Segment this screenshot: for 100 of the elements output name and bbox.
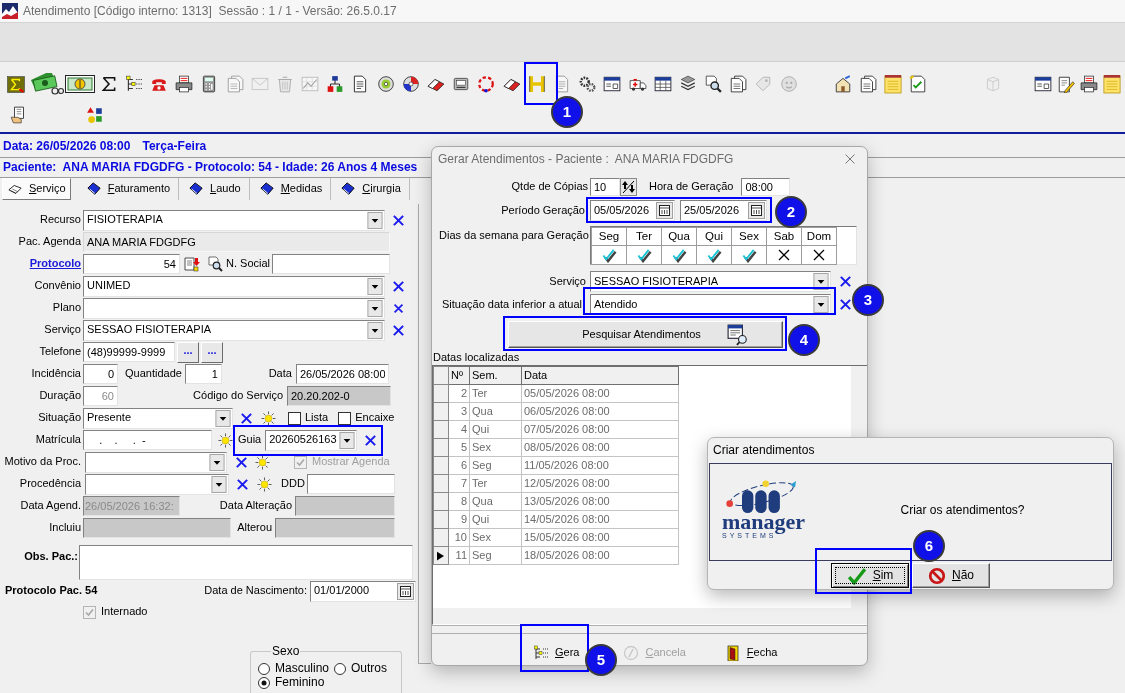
- time-field[interactable]: 08:00: [741, 178, 791, 196]
- notepad-icon[interactable]: [1102, 74, 1121, 94]
- tab[interactable]: Laudo: [179, 178, 250, 200]
- disc-icon[interactable]: [401, 75, 420, 93]
- house-icon[interactable]: [833, 75, 852, 93]
- caret-icon[interactable]: [367, 211, 383, 229]
- insurance-dropdown[interactable]: UNIMED: [83, 275, 385, 297]
- tab[interactable]: Cirurgia: [331, 178, 410, 200]
- cross-icon[interactable]: [778, 249, 790, 261]
- window-icon[interactable]: [603, 75, 622, 93]
- table-icon[interactable]: [653, 75, 672, 93]
- clear-icon[interactable]: [236, 477, 249, 491]
- birth-date-field[interactable]: 01/01/2000: [310, 580, 416, 602]
- checkbox[interactable]: [288, 411, 301, 425]
- banknotes-icon[interactable]: [28, 73, 64, 95]
- layers-icon[interactable]: [678, 75, 697, 93]
- clear-icon[interactable]: [392, 279, 405, 293]
- checkbox[interactable]: [338, 411, 352, 425]
- area-code-field[interactable]: [306, 474, 395, 494]
- check-icon[interactable]: [601, 247, 617, 263]
- service-dropdown[interactable]: SESSAO FISIOTERAPIA: [590, 271, 831, 292]
- caret-icon[interactable]: [813, 296, 829, 313]
- caret-icon[interactable]: [339, 431, 356, 449]
- protocol-link[interactable]: Protocolo: [29, 257, 81, 270]
- copies-field[interactable]: 10: [590, 178, 620, 196]
- radio-button[interactable]: [258, 676, 270, 689]
- caret-icon[interactable]: [211, 475, 227, 493]
- clear-icon[interactable]: [235, 455, 248, 469]
- registration-field[interactable]: . . . -: [83, 430, 212, 450]
- caret-icon[interactable]: [367, 321, 383, 339]
- ellipsis-button[interactable]: ...: [177, 341, 199, 363]
- end-date-field[interactable]: 25/05/2026: [680, 200, 767, 221]
- clear-icon[interactable]: [240, 411, 253, 425]
- phone-field[interactable]: (48)99999-9999: [83, 342, 175, 362]
- resource-dropdown[interactable]: FISIOTERAPIA: [83, 209, 385, 231]
- caret-icon[interactable]: [367, 277, 383, 295]
- patient-field[interactable]: ANA MARIA FDGDFG: [83, 232, 390, 252]
- protocol-field[interactable]: 54: [83, 254, 180, 274]
- ellipsis-button[interactable]: ...: [201, 341, 223, 363]
- banknote-icon[interactable]: [65, 75, 95, 93]
- origin-dropdown[interactable]: [85, 473, 229, 495]
- tab[interactable]: Faturamento: [76, 178, 180, 200]
- sun-icon[interactable]: [218, 432, 233, 448]
- clear-icon[interactable]: [364, 433, 378, 447]
- caret-icon[interactable]: [367, 299, 383, 317]
- printer-icon[interactable]: [1079, 75, 1098, 93]
- check-icon[interactable]: [741, 247, 757, 263]
- clear-icon[interactable]: [839, 275, 852, 288]
- service-code-field[interactable]: 20.20.202-0: [287, 386, 391, 406]
- network-icon[interactable]: [326, 75, 345, 93]
- shapes-icon[interactable]: [85, 106, 104, 124]
- quantity-field[interactable]: 1: [184, 364, 222, 384]
- incidence-field[interactable]: 0: [83, 364, 118, 384]
- no-button[interactable]: Não: [912, 563, 990, 588]
- radio-button[interactable]: [334, 662, 347, 675]
- gear-icon[interactable]: [578, 75, 597, 93]
- pages-icon[interactable]: [729, 75, 748, 93]
- h-frame-icon[interactable]: [527, 75, 546, 93]
- plan-dropdown[interactable]: [83, 297, 385, 319]
- caret-icon[interactable]: [215, 409, 231, 427]
- sun-icon[interactable]: [255, 454, 270, 470]
- changed-by-field[interactable]: [275, 518, 395, 538]
- up-down-arrows-icon[interactable]: [620, 178, 637, 196]
- clear-icon[interactable]: [393, 302, 404, 314]
- date-field[interactable]: 26/05/2026 08:00: [295, 364, 389, 384]
- sun-icon[interactable]: [257, 476, 272, 492]
- situation-dropdown[interactable]: Atendido: [590, 294, 831, 315]
- list-icon[interactable]: [124, 75, 143, 93]
- tab[interactable]: Serviço: [2, 178, 71, 200]
- close-button[interactable]: Fecha: [721, 643, 781, 663]
- disc-icon[interactable]: [376, 75, 395, 93]
- generate-button[interactable]: Gera: [530, 643, 583, 663]
- pencil-icon[interactable]: [1056, 75, 1075, 93]
- calendar-icon[interactable]: [656, 202, 673, 219]
- reason-dropdown[interactable]: [85, 451, 227, 473]
- search-appointments-button[interactable]: Pesquisar Atendimentos: [508, 321, 783, 348]
- guide-dropdown[interactable]: 20260526163: [265, 429, 358, 451]
- check-icon[interactable]: [706, 247, 722, 263]
- status-dropdown[interactable]: Presente: [83, 407, 233, 429]
- yes-button[interactable]: Sim: [831, 563, 909, 588]
- printer-icon[interactable]: [175, 75, 194, 93]
- calendar-icon[interactable]: [748, 202, 765, 219]
- window-icon[interactable]: [1033, 75, 1052, 93]
- document-icon[interactable]: [184, 256, 200, 272]
- clear-icon[interactable]: [392, 213, 405, 227]
- pages-icon[interactable]: [859, 75, 878, 93]
- check-icon[interactable]: [636, 247, 652, 263]
- service-dropdown[interactable]: SESSAO FISIOTERAPIA: [83, 319, 385, 341]
- clear-icon[interactable]: [392, 323, 405, 337]
- start-date-field[interactable]: 05/05/2026: [590, 200, 675, 221]
- magnifier-icon[interactable]: [207, 256, 223, 272]
- cross-icon[interactable]: [813, 249, 825, 261]
- caret-icon[interactable]: [209, 453, 225, 471]
- created-by-field[interactable]: [83, 518, 231, 538]
- change-date-field[interactable]: [295, 496, 395, 516]
- machine-icon[interactable]: [452, 75, 471, 93]
- magnifier-icon[interactable]: [704, 75, 723, 93]
- checklist-icon[interactable]: [909, 75, 928, 93]
- sigma-icon[interactable]: [99, 75, 118, 93]
- tab[interactable]: Medidas: [249, 178, 332, 200]
